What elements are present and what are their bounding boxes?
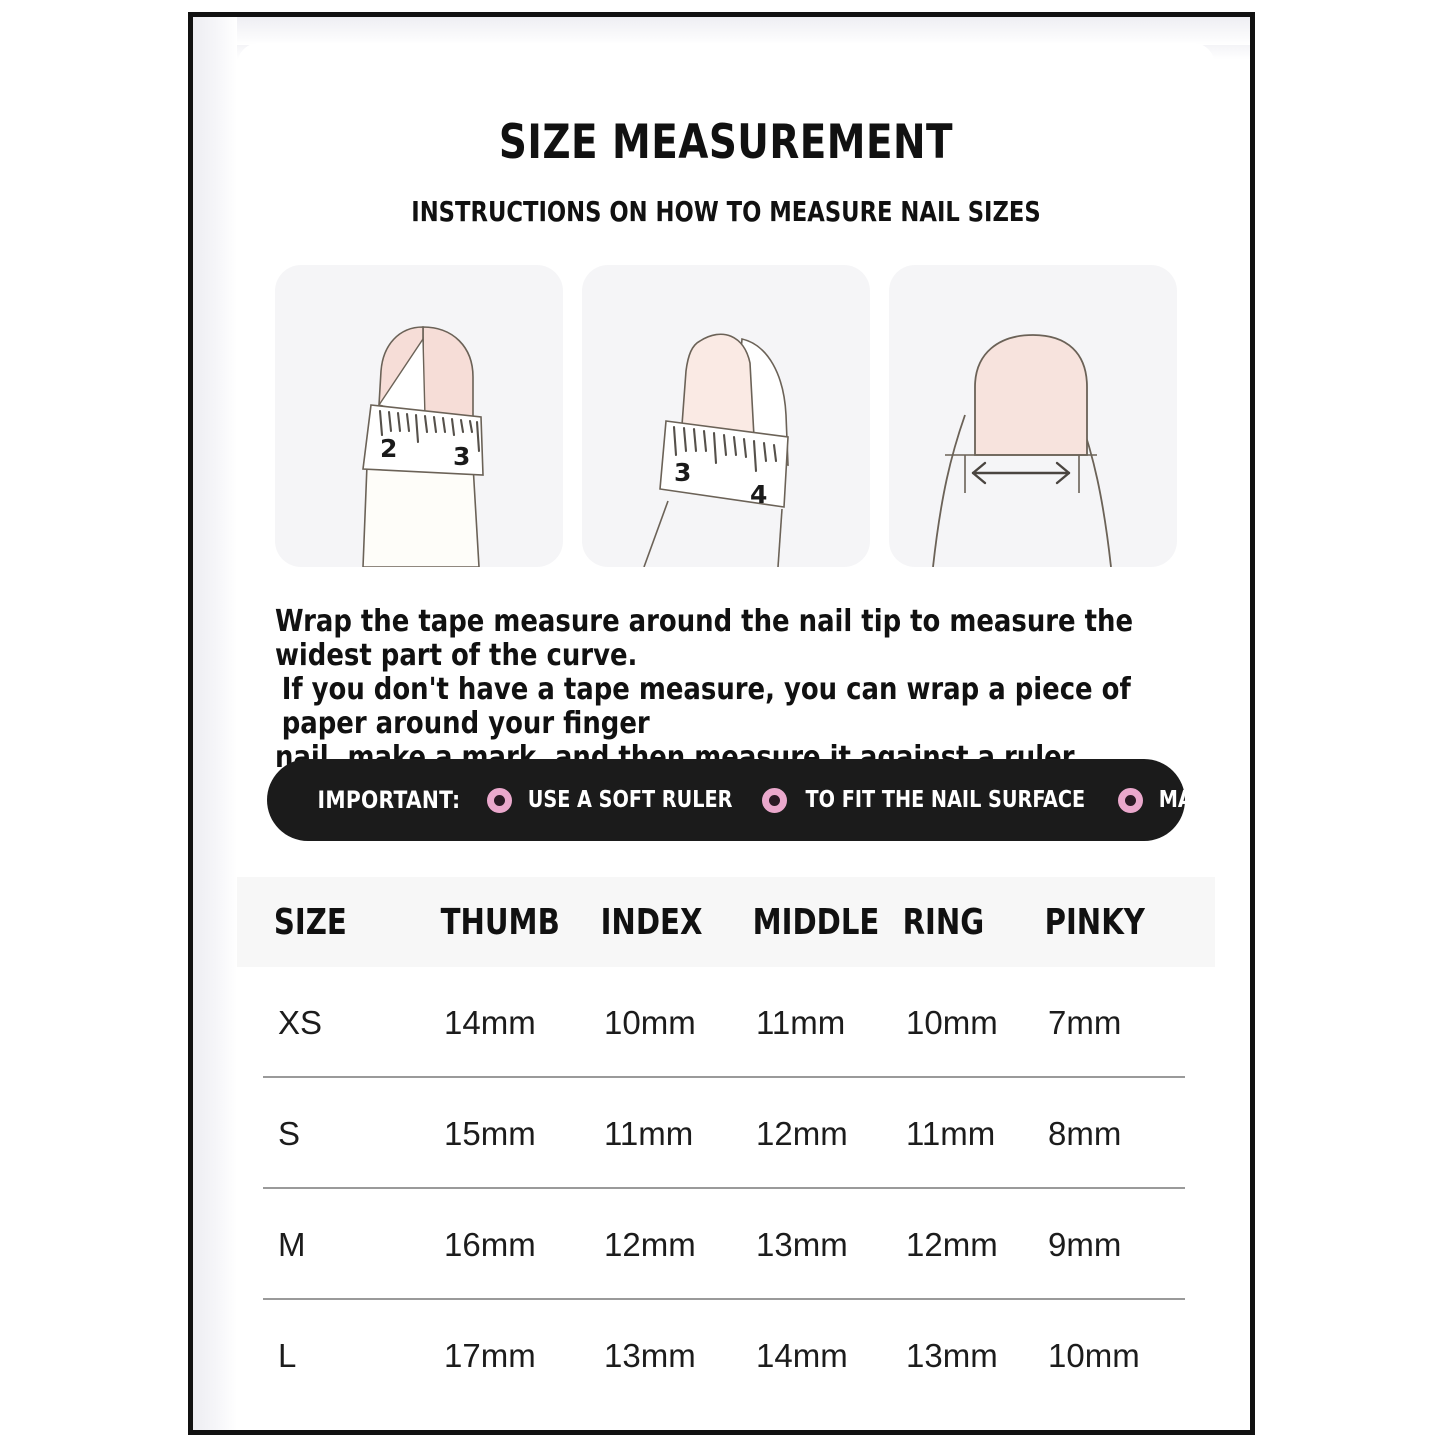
svg-text:3: 3 — [453, 442, 470, 471]
svg-text:4: 4 — [750, 480, 767, 509]
cell-ring: 10mm — [906, 1003, 998, 1041]
cell-thumb: 17mm — [444, 1336, 536, 1374]
cell-thumb: 15mm — [444, 1114, 536, 1152]
cell-middle: 14mm — [756, 1336, 848, 1374]
figure-nail-width — [889, 265, 1177, 567]
cell-index: 10mm — [604, 1003, 696, 1041]
column-header-middle: MIDDLE — [752, 901, 880, 943]
table-row: XS 14mm 10mm 11mm 10mm 7mm — [237, 967, 1215, 1078]
cell-pinky: 9mm — [1048, 1225, 1122, 1263]
cell-thumb: 14mm — [444, 1003, 536, 1041]
svg-text:3: 3 — [674, 458, 691, 487]
cell-ring: 12mm — [906, 1225, 998, 1263]
table-row: S 15mm 11mm 12mm 11mm 8mm — [237, 1078, 1215, 1189]
page-title: SIZE MEASUREMENT — [498, 115, 954, 170]
sheet-left-gutter — [193, 17, 237, 1430]
cell-size: S — [278, 1114, 301, 1152]
bullet-ring-icon — [1117, 787, 1143, 813]
cell-middle: 11mm — [756, 1003, 846, 1041]
instruction-line-1: Wrap the tape measure around the nail ti… — [275, 604, 1134, 673]
banner-item-label: USE A SOFT RULER — [527, 787, 733, 813]
svg-text:2: 2 — [380, 434, 397, 463]
banner-item-label: TO FIT THE NAIL SURFACE — [805, 787, 1086, 813]
instruction-line-2: If you don't have a tape measure, you ca… — [281, 672, 1131, 741]
cell-index: 11mm — [604, 1114, 694, 1152]
important-banner: IMPORTANT: USE A SOFT RULER TO FIT THE N… — [267, 759, 1250, 841]
page-sheet: SIZE MEASUREMENT INSTRUCTIONS ON HOW TO … — [193, 17, 1250, 1430]
cell-ring: 11mm — [906, 1114, 996, 1152]
cell-pinky: 7mm — [1048, 1003, 1122, 1041]
cell-middle: 13mm — [756, 1225, 848, 1263]
column-header-ring: RING — [902, 901, 985, 943]
instructions-card: SIZE MEASUREMENT INSTRUCTIONS ON HOW TO … — [237, 43, 1250, 869]
size-chart-page: SIZE MEASUREMENT INSTRUCTIONS ON HOW TO … — [188, 12, 1255, 1435]
cell-size: M — [278, 1225, 306, 1263]
cell-size: L — [278, 1336, 297, 1374]
cell-index: 13mm — [604, 1336, 696, 1374]
bullet-ring-icon — [762, 787, 788, 813]
column-header-thumb: THUMB — [440, 901, 560, 943]
cell-middle: 12mm — [756, 1114, 848, 1152]
figure-gallery: 2 3 3 4 — [275, 265, 1177, 567]
column-header-index: INDEX — [600, 901, 703, 943]
banner-item-mark-accurately: MARK ACCURATELY — [1117, 787, 1250, 813]
bullet-ring-icon — [486, 787, 512, 813]
cell-size: XS — [278, 1003, 323, 1041]
cell-ring: 13mm — [906, 1336, 998, 1374]
column-header-pinky: PINKY — [1044, 901, 1145, 943]
finger-tape-2-3-illustration: 2 3 — [362, 326, 484, 567]
figure-tape-measure-angled: 3 4 — [582, 265, 870, 567]
measuring-instructions: Wrap the tape measure around the nail ti… — [275, 605, 1144, 775]
page-subtitle: INSTRUCTIONS ON HOW TO MEASURE NAIL SIZE… — [411, 195, 1041, 228]
table-row: L 17mm 13mm 14mm 13mm 10mm — [237, 1300, 1215, 1411]
cell-index: 12mm — [604, 1225, 696, 1263]
table-header-row: SIZE THUMB INDEX MIDDLE RING PINKY — [237, 877, 1215, 967]
figure-tape-measure-front: 2 3 — [275, 265, 563, 567]
nail-width-arrow-illustration — [932, 334, 1112, 567]
cell-pinky: 8mm — [1048, 1114, 1122, 1152]
banner-item-label: MARK ACCURATELY — [1158, 787, 1250, 813]
cell-thumb: 16mm — [444, 1225, 536, 1263]
banner-item-soft-ruler: USE A SOFT RULER — [486, 787, 740, 813]
size-table: SIZE THUMB INDEX MIDDLE RING PINKY XS 14… — [237, 877, 1215, 1411]
sheet-top-gutter — [193, 17, 1250, 45]
table-row: M 16mm 12mm 13mm 12mm 9mm — [237, 1189, 1215, 1300]
banner-item-nail-surface: TO FIT THE NAIL SURFACE — [762, 787, 1096, 813]
finger-tape-3-4-illustration: 3 4 — [643, 333, 789, 567]
important-label: IMPORTANT: — [317, 786, 461, 814]
cell-pinky: 10mm — [1048, 1336, 1140, 1374]
column-header-size: SIZE — [273, 901, 347, 943]
